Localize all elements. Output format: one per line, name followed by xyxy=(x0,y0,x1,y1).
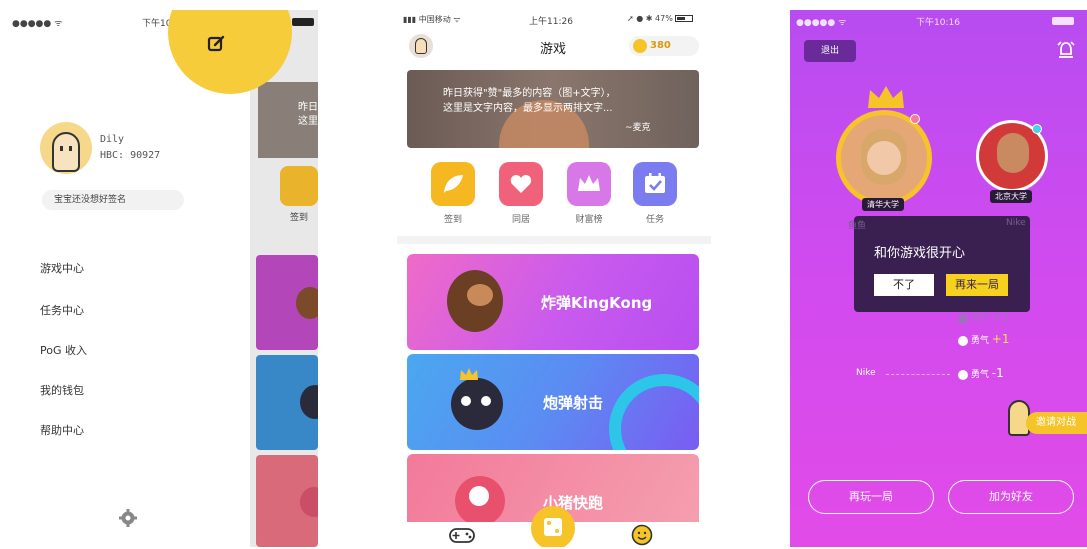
alarm-icon[interactable] xyxy=(1056,40,1076,64)
add-friend-button[interactable]: 加为好友 xyxy=(948,480,1074,514)
page-title: 游戏 xyxy=(540,42,567,57)
menu-item-help-center[interactable]: 帮助中心 xyxy=(40,422,84,438)
section-divider xyxy=(397,236,711,244)
dialog-name-right: Nike xyxy=(1006,218,1026,228)
user-hbc: HBC: 90927 xyxy=(100,150,161,161)
battery-percent: 47% xyxy=(655,14,673,23)
feather-icon[interactable] xyxy=(280,166,318,206)
male-badge xyxy=(1032,124,1042,134)
decline-button[interactable]: 不了 xyxy=(874,274,934,296)
signal-indicator: ●●●●● ᯤ xyxy=(796,18,847,28)
tile-label-cohabit: 同居 xyxy=(511,215,530,225)
battery-icon xyxy=(292,18,314,26)
signal-indicator: ▮▮▮ 中国移动 ᯤ xyxy=(403,15,461,24)
coin-balance[interactable]: 380 xyxy=(629,36,699,56)
underlying-screen-peek: 昨日 这里 签到 xyxy=(250,10,318,547)
coin-icon xyxy=(633,39,647,53)
gear-icon[interactable] xyxy=(118,508,138,528)
player1-school: 清华大学 xyxy=(862,198,904,211)
courage-icon xyxy=(958,335,968,346)
side-drawer: ●●●●● ᯤ 下午10:16 Dily HBC: 90927 宝宝还没想好签名… xyxy=(6,10,292,547)
female-badge xyxy=(910,114,920,124)
courage-row-2: 勇气 +1 xyxy=(958,332,1009,346)
featured-banner[interactable]: 昨日获得"赞"最多的内容（图+文字）， 这里是文字内容，最多显示两排文字... … xyxy=(407,70,699,148)
banner-line1: 昨日获得"赞"最多的内容（图+文字）， xyxy=(443,88,616,99)
game-card-kingkong[interactable]: 炸弹KingKong xyxy=(407,254,699,350)
dialog-message: 和你游戏很开心 xyxy=(874,246,966,261)
banner-author: ~麦克 xyxy=(625,123,651,133)
coin-count: 380 xyxy=(650,40,671,51)
player1-avatar[interactable] xyxy=(836,110,932,206)
edit-icon[interactable] xyxy=(206,34,226,54)
menu-item-pog-income[interactable]: PoG 收入 xyxy=(40,342,87,358)
invite-battle-button[interactable]: 邀请对战 xyxy=(1026,412,1087,434)
tile-label-signin: 签到 xyxy=(443,215,462,225)
crown-icon[interactable] xyxy=(567,162,611,206)
avatar[interactable] xyxy=(409,34,433,58)
kingkong-illustration xyxy=(447,270,503,332)
dice-button[interactable] xyxy=(531,506,575,547)
courage-row-1: 勇气 +1 xyxy=(958,310,1009,324)
game-title-kingkong: 炸弹KingKong xyxy=(541,294,653,312)
feather-icon[interactable] xyxy=(431,162,475,206)
game-result-screen: ●●●●● ᯤ 下午10:16 退出 清华大学 北京大学 鱼鱼 Nike 和你游… xyxy=(790,10,1087,547)
user-name: Dily xyxy=(100,134,125,145)
replay-dialog: 鱼鱼 Nike 和你游戏很开心 不了 再来一局 xyxy=(848,216,1030,312)
tile-label-task: 任务 xyxy=(645,215,664,225)
pig-illustration xyxy=(455,476,505,526)
battery-icon xyxy=(1052,17,1074,25)
game-card-cannon[interactable]: 炮弹射击 xyxy=(407,354,699,450)
courage-name: Nike xyxy=(856,368,876,378)
battery-icon xyxy=(675,15,694,22)
player2-school: 北京大学 xyxy=(990,190,1032,203)
drawer-screen: 昨日 这里 签到 ●●●●● ᯤ 下午10:16 Dily HBC: 90927… xyxy=(6,10,318,547)
game-title-cannon: 炮弹射击 xyxy=(543,394,604,412)
dialog-name-left: 鱼鱼 xyxy=(848,221,867,231)
gamepad-icon[interactable] xyxy=(449,526,475,547)
bomb-illustration xyxy=(451,378,503,430)
replay-button[interactable]: 再玩一局 xyxy=(808,480,934,514)
courage-row-3: 勇气 -1 xyxy=(958,366,1004,380)
calendar-check-icon[interactable] xyxy=(633,162,677,206)
signal-indicator: ●●●●● ᯤ xyxy=(12,19,63,29)
banner-line2: 这里是文字内容，最多显示两排文字... xyxy=(443,103,613,114)
carrier-label: 中国移动 xyxy=(418,15,451,24)
signature-field[interactable]: 宝宝还没想好签名 xyxy=(42,190,184,210)
courage-icon xyxy=(958,313,968,324)
game-card-peek-3[interactable] xyxy=(256,455,318,547)
dice-icon xyxy=(544,518,562,536)
banner-peek: 昨日 这里 xyxy=(258,82,318,158)
heart-icon[interactable] xyxy=(499,162,543,206)
crown-icon xyxy=(459,366,479,385)
menu-item-game-center[interactable]: 游戏中心 xyxy=(40,260,84,276)
courage-icon xyxy=(958,369,968,380)
menu-item-task-center[interactable]: 任务中心 xyxy=(40,302,84,318)
game-card-peek-1[interactable] xyxy=(256,255,318,350)
game-screen: ▮▮▮ 中国移动 ᯤ 上午11:26 ➚ ● ✱ 47% 游戏 380 昨日获得… xyxy=(397,10,711,547)
status-right: ➚ ● ✱ 47% xyxy=(627,14,694,23)
exit-button[interactable]: 退出 xyxy=(804,40,856,62)
game-card-peek-2[interactable] xyxy=(256,355,318,450)
smiley-icon[interactable] xyxy=(631,524,653,547)
dashed-divider xyxy=(886,374,950,375)
play-again-button[interactable]: 再来一局 xyxy=(946,274,1008,296)
avatar[interactable] xyxy=(40,122,92,174)
status-time: 下午10:16 xyxy=(916,18,960,28)
tile-label-wealth: 财富榜 xyxy=(575,215,603,225)
status-time: 上午11:26 xyxy=(529,17,573,27)
menu-item-wallet[interactable]: 我的钱包 xyxy=(40,382,84,398)
